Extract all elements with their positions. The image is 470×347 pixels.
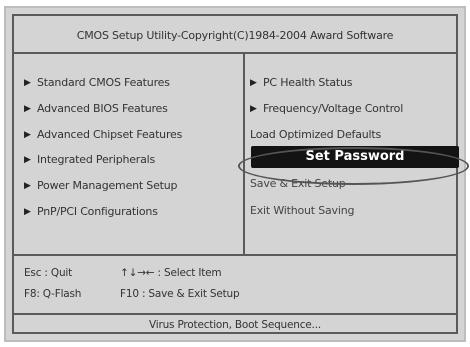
bios-screen: CMOS Setup Utility-Copyright(C)1984-2004… bbox=[4, 6, 469, 342]
menu-item-advanced-chipset[interactable]: ▶ Advanced Chipset Features bbox=[24, 126, 182, 152]
triangle-right-icon: ▶ bbox=[24, 181, 31, 192]
triangle-right-icon: ▶ bbox=[24, 155, 31, 166]
menu-item-power-management[interactable]: ▶ Power Management Setup bbox=[24, 177, 182, 203]
menu-item-label: PC Health Status bbox=[263, 76, 353, 89]
triangle-right-icon: ▶ bbox=[24, 78, 31, 88]
triangle-right-icon: ▶ bbox=[250, 103, 257, 114]
menu-item-standard-cmos[interactable]: ▶ Standard CMOS Features bbox=[24, 74, 182, 100]
footer-description: Virus Protection, Boot Sequence... bbox=[149, 319, 321, 331]
right-menu: ▶ PC Health Status ▶ Frequency/Voltage C… bbox=[250, 74, 403, 151]
triangle-right-icon: ▶ bbox=[250, 78, 257, 88]
menu-item-label: PnP/PCI Configurations bbox=[37, 204, 158, 218]
help-arrows: ↑↓→← : Select Item bbox=[120, 267, 222, 279]
divider-top bbox=[14, 52, 456, 54]
menu-item-integrated-peripherals[interactable]: ▶ Integrated Peripherals bbox=[24, 151, 182, 177]
divider-bottom bbox=[14, 313, 456, 315]
triangle-right-icon: ▶ bbox=[24, 129, 31, 140]
divider-vertical bbox=[243, 52, 245, 254]
help-f10: F10 : Save & Exit Setup bbox=[120, 288, 240, 300]
menu-item-label: Load Optimized Defaults bbox=[250, 127, 382, 141]
menu-item-exit-without-saving[interactable]: Exit Without Saving bbox=[250, 204, 354, 217]
menu-item-label: Standard CMOS Features bbox=[37, 76, 170, 89]
menu-item-label: Frequency/Voltage Control bbox=[263, 101, 404, 115]
bios-title: CMOS Setup Utility-Copyright(C)1984-2004… bbox=[76, 29, 394, 42]
menu-item-pc-health[interactable]: ▶ PC Health Status bbox=[250, 74, 403, 100]
menu-item-label: Advanced Chipset Features bbox=[37, 127, 183, 141]
menu-item-pnp-pci[interactable]: ▶ PnP/PCI Configurations bbox=[24, 203, 182, 229]
menu-item-advanced-bios[interactable]: ▶ Advanced BIOS Features bbox=[24, 100, 182, 126]
help-f8: F8: Q-Flash bbox=[24, 288, 82, 300]
triangle-right-icon: ▶ bbox=[24, 103, 31, 114]
menu-item-label: Power Management Setup bbox=[37, 179, 178, 193]
divider-middle bbox=[14, 254, 456, 256]
highlight-ellipse bbox=[238, 147, 469, 185]
menu-item-frequency-voltage[interactable]: ▶ Frequency/Voltage Control bbox=[250, 100, 403, 126]
left-menu: ▶ Standard CMOS Features ▶ Advanced BIOS… bbox=[24, 74, 182, 229]
triangle-right-icon: ▶ bbox=[24, 206, 31, 217]
menu-item-label: Advanced BIOS Features bbox=[37, 101, 168, 115]
menu-item-label: Integrated Peripherals bbox=[37, 153, 156, 167]
help-esc: Esc : Quit bbox=[24, 267, 73, 279]
